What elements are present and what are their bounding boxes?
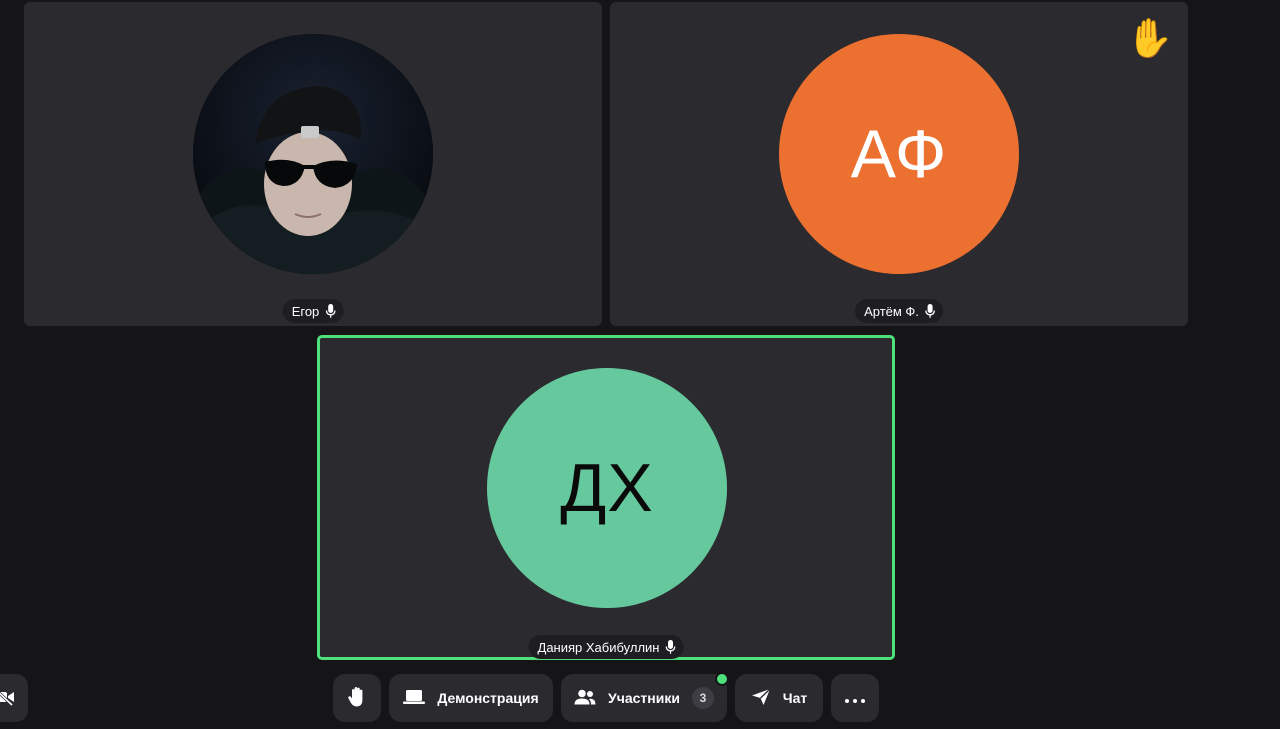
video-call-stage: Егор АФ ✋ Артём Ф. ДХ Данияр Хабибуллин	[0, 0, 1280, 729]
more-options-button[interactable]	[831, 674, 879, 722]
participant-name: Егор	[291, 303, 320, 319]
laptop-icon	[403, 689, 426, 708]
raised-hand-icon	[347, 686, 367, 711]
participant-name-label: Егор	[282, 299, 344, 323]
avatar-initials-text: АФ	[850, 116, 948, 192]
status-dot	[715, 672, 729, 686]
raise-hand-button[interactable]	[333, 674, 381, 722]
participants-count-badge: 3	[691, 687, 714, 709]
more-dots-icon	[845, 690, 865, 706]
people-icon	[574, 689, 596, 708]
participants-label: Участники	[608, 690, 680, 706]
camera-toggle-button[interactable]	[0, 674, 28, 722]
chat-label: Чат	[782, 690, 808, 706]
camera-off-icon	[0, 688, 15, 709]
participants-button[interactable]: Участники 3	[561, 674, 727, 722]
screen-share-label: Демонстрация	[437, 690, 539, 706]
mic-icon	[325, 304, 336, 318]
chat-button[interactable]: Чат	[735, 674, 823, 722]
participant-name-label: Артём Ф.	[855, 299, 943, 323]
person-photo-icon	[193, 34, 433, 274]
avatar-initials: АФ	[779, 34, 1019, 274]
screen-share-button[interactable]: Демонстрация	[389, 674, 553, 722]
participant-name: Данияр Хабибуллин	[537, 639, 660, 655]
participant-tile-egor[interactable]: Егор	[24, 2, 602, 326]
avatar-initials-text: ДХ	[560, 450, 654, 526]
mic-icon	[665, 640, 676, 654]
participant-name-label: Данияр Хабибуллин	[528, 635, 684, 659]
participant-tile-daniyar[interactable]: ДХ Данияр Хабибуллин	[317, 335, 895, 660]
avatar-initials: ДХ	[487, 368, 727, 608]
participant-tile-artem[interactable]: АФ ✋ Артём Ф.	[610, 2, 1188, 326]
participant-name: Артём Ф.	[864, 303, 919, 319]
mic-icon	[925, 304, 935, 318]
send-icon	[751, 687, 771, 709]
avatar-photo	[193, 34, 433, 274]
raised-hand-icon: ✋	[1126, 19, 1173, 57]
raised-hand-glyph: ✋	[1126, 16, 1174, 60]
